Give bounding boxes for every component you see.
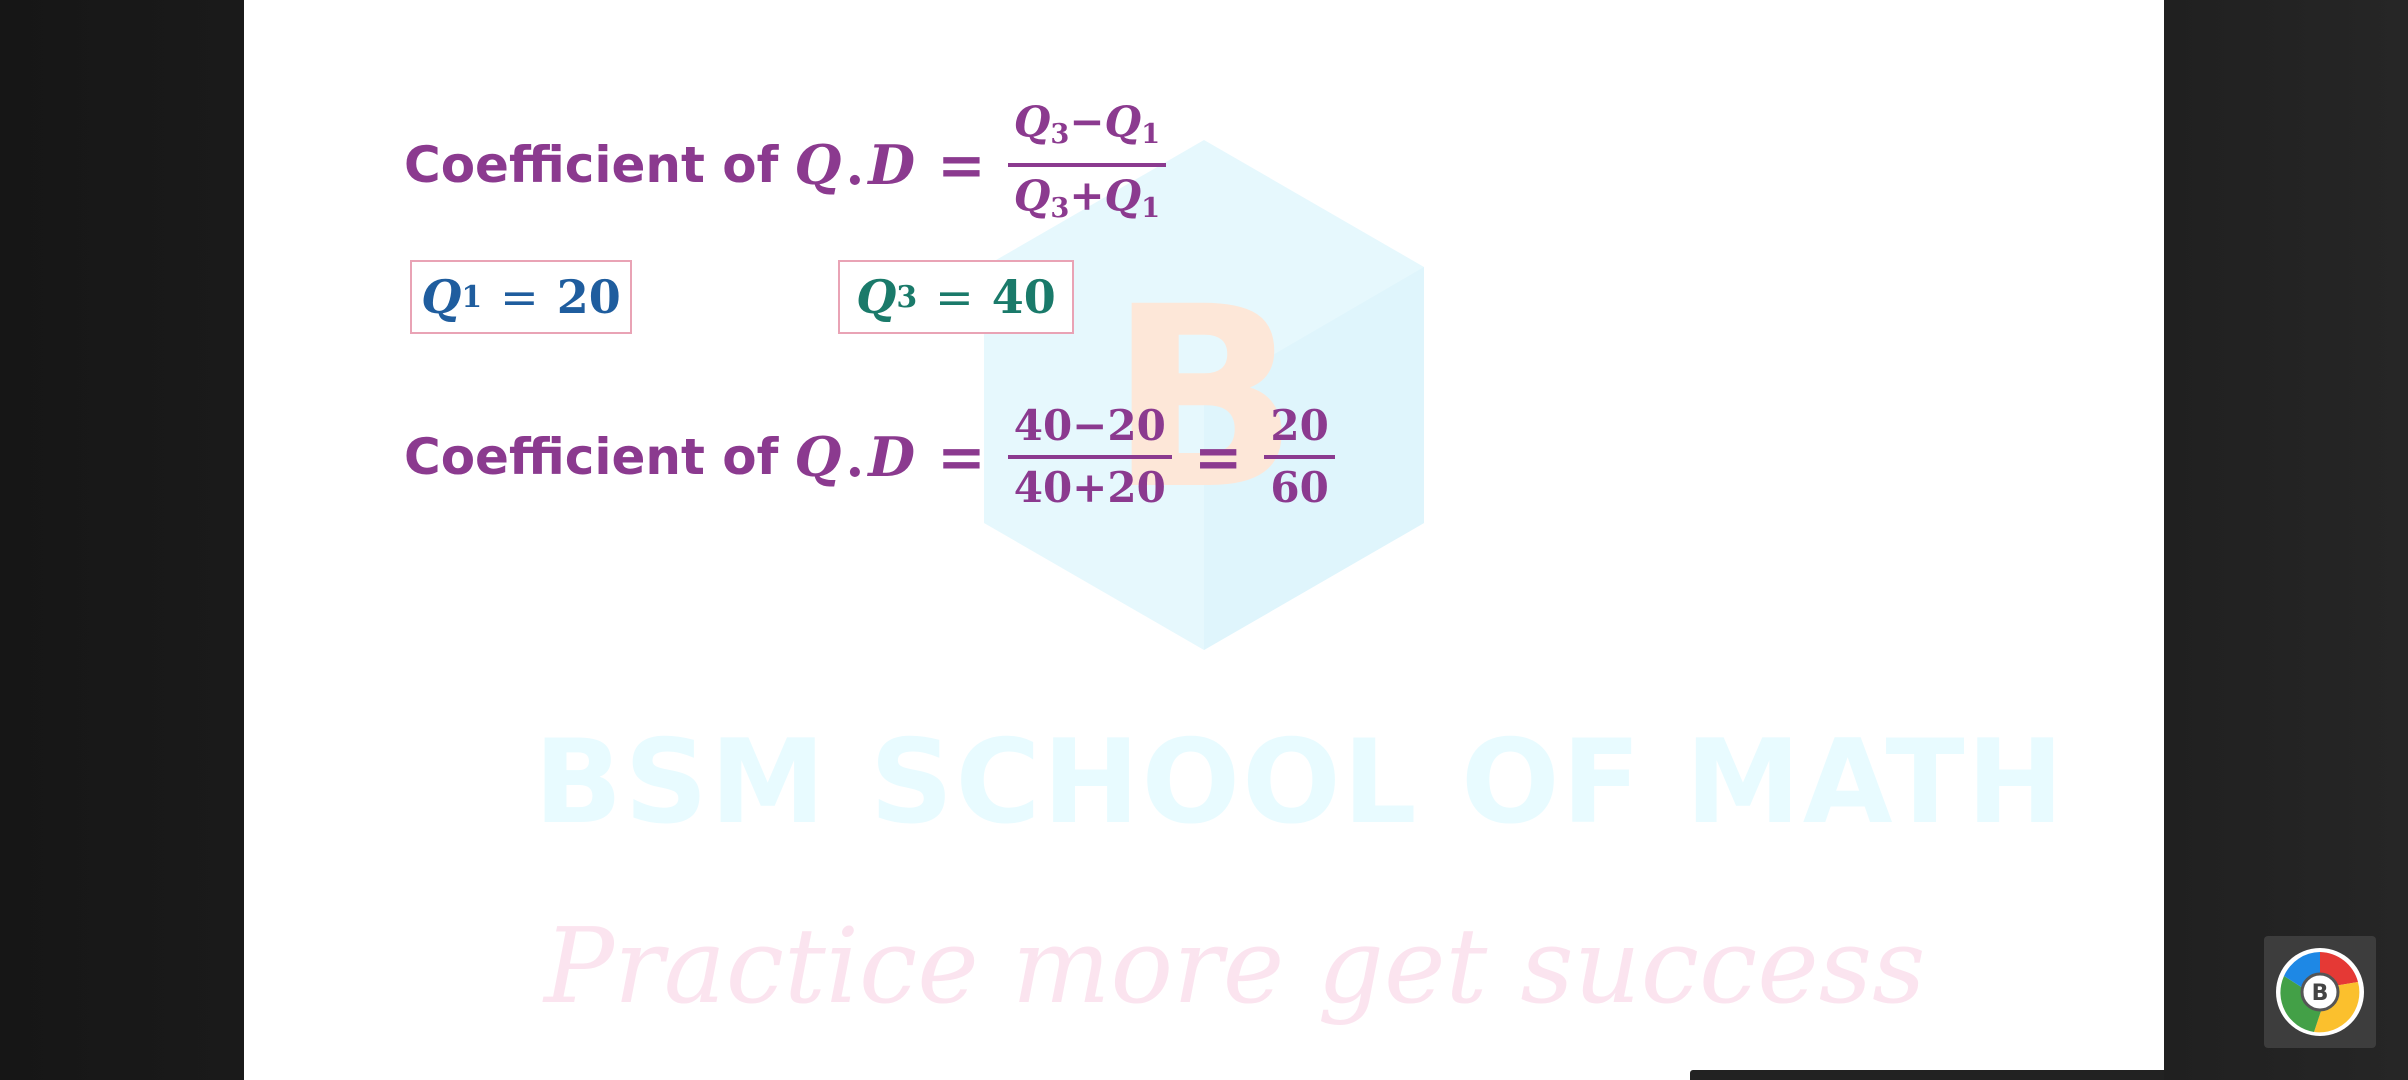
substitution-equals-2: = <box>1193 423 1243 491</box>
substitution-fraction-2-numerator: 20 <box>1270 401 1329 450</box>
formula-fraction-bar <box>1007 163 1167 167</box>
given-q3-box: Q3 = 40 <box>838 260 1074 334</box>
substitution-fraction-1-numerator: 40−20 <box>1013 401 1166 450</box>
floating-app-button[interactable]: B <box>2264 936 2376 1048</box>
given-q1-sub: 1 <box>461 279 483 315</box>
formula-substitution: Coefficient of Q . D = 40−20 40+20 = 20 … <box>404 392 1335 522</box>
substitution-fraction-2: 20 60 <box>1264 401 1335 513</box>
given-q1-var: Q <box>421 270 462 324</box>
formula-var-q: Q <box>794 133 842 197</box>
given-q1-box: Q1 = 20 <box>410 260 632 334</box>
given-q3-value: 40 <box>991 270 1056 324</box>
given-q3-sub: 3 <box>896 279 918 315</box>
watermark-tagline: Practice more get success <box>544 905 1926 1027</box>
substitution-equals: = <box>937 423 986 491</box>
substitution-label: Coefficient of <box>404 428 779 486</box>
video-frame: B BSM SCHOOL OF MATH Practice more get s… <box>0 0 2408 1080</box>
formula-label: Coefficient of <box>404 136 779 194</box>
substitution-fraction-2-bar <box>1264 455 1335 459</box>
substitution-fraction-2-denominator: 60 <box>1270 463 1329 512</box>
formula-numerator: Q3−Q1 <box>1013 97 1161 150</box>
video-progress-bar[interactable] <box>1690 1070 2164 1080</box>
watermark-title: BSM SCHOOL OF MATH <box>534 715 2066 850</box>
substitution-var-d: D <box>868 425 916 489</box>
substitution-fraction-1-bar <box>1007 455 1172 459</box>
given-q1-value: 20 <box>556 270 621 324</box>
given-q3-equals: = <box>935 270 974 324</box>
chrome-bubble-icon: B <box>2276 948 2364 1036</box>
substitution-dot: . <box>845 425 865 489</box>
formula-denominator: Q3+Q1 <box>1013 171 1161 224</box>
formula-var-d: D <box>868 133 916 197</box>
formula-coefficient-qd: Coefficient of Q . D = Q3−Q1 Q3+Q1 <box>404 97 1167 233</box>
substitution-fraction-1-denominator: 40+20 <box>1013 463 1166 512</box>
given-q1-equals: = <box>500 270 539 324</box>
formula-dot: . <box>845 133 865 197</box>
app-icon-letter: B <box>2312 981 2329 1006</box>
formula-equals: = <box>937 131 986 199</box>
slide-canvas: B BSM SCHOOL OF MATH Practice more get s… <box>244 0 2164 1080</box>
substitution-fraction-1: 40−20 40+20 <box>1007 401 1172 513</box>
given-q3-var: Q <box>856 270 897 324</box>
frame-right-strip <box>2164 0 2408 1080</box>
substitution-var-q: Q <box>794 425 842 489</box>
formula-fraction: Q3−Q1 Q3+Q1 <box>1007 97 1167 233</box>
